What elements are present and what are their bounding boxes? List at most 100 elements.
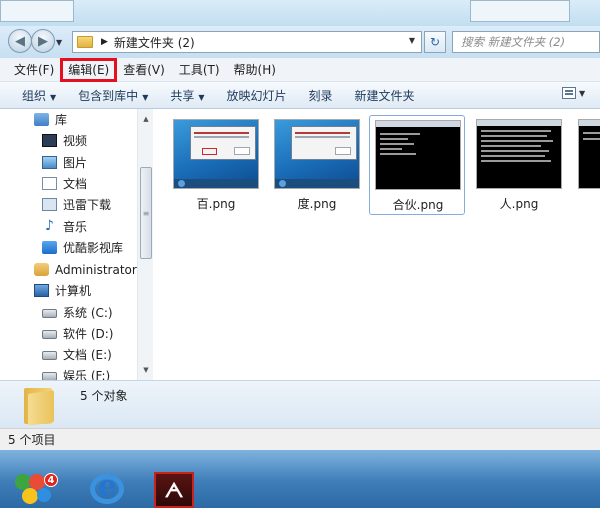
- recent-pages-dropdown-icon[interactable]: ▼: [56, 38, 62, 47]
- scroll-up-icon[interactable]: ▲: [138, 111, 154, 127]
- computer-icon: [34, 284, 49, 297]
- nav-item-drive-f[interactable]: 娱乐 (F:): [42, 365, 110, 380]
- notification-badge: 4: [44, 473, 58, 487]
- desktop-peek-strip: [0, 0, 600, 26]
- nav-label: 迅雷下载: [63, 198, 112, 212]
- internet-explorer-icon[interactable]: e: [86, 468, 128, 508]
- file-list-pane: 百.png 度.png 合伙.png 人.png: [153, 109, 600, 380]
- chevron-down-icon: ▼: [198, 92, 205, 102]
- console-line: [583, 138, 600, 140]
- nav-item-drive-e[interactable]: 文档 (E:): [42, 344, 112, 365]
- file-item-selected[interactable]: 合伙.png: [369, 115, 465, 215]
- breadcrumb-chevron-icon[interactable]: ▶: [101, 37, 108, 47]
- nav-label: 软件 (D:): [63, 327, 114, 341]
- highlight-box-preview: [202, 148, 217, 155]
- nav-label: 计算机: [55, 284, 92, 298]
- window-peek: [0, 0, 74, 22]
- breadcrumb-current-folder[interactable]: 新建文件夹 (2): [114, 34, 195, 51]
- acrobat-glyph: ᗅ: [164, 478, 184, 502]
- status-bar: 5 个项目: [0, 428, 600, 450]
- start-orb-preview: [279, 180, 286, 187]
- scroll-thumb[interactable]: ≡: [140, 167, 152, 259]
- console-line: [380, 153, 416, 155]
- color-petal: [22, 488, 38, 504]
- nav-item-pictures[interactable]: 图片: [42, 152, 87, 173]
- nav-item-youku[interactable]: 优酷影视库: [42, 237, 123, 258]
- slideshow-button[interactable]: 放映幻灯片: [216, 87, 298, 104]
- console-titlebar-preview: [477, 120, 561, 126]
- organize-label: 组织: [22, 88, 47, 103]
- new-folder-button[interactable]: 新建文件夹: [344, 87, 426, 104]
- burn-button[interactable]: 刻录: [298, 87, 344, 104]
- nav-pane-scrollbar[interactable]: ▲ ≡ ▼: [137, 109, 153, 380]
- chevron-down-icon: ▼: [142, 92, 149, 102]
- folder-icon: [77, 36, 93, 48]
- console-line: [481, 155, 545, 157]
- console-titlebar-preview: [376, 121, 460, 127]
- file-item[interactable]: 人.png: [471, 115, 567, 215]
- nav-item-thunder-download[interactable]: 迅雷下载: [42, 194, 111, 215]
- console-line: [481, 150, 549, 152]
- forward-button[interactable]: ▶: [31, 29, 55, 53]
- include-in-library-button[interactable]: 包含到库中 ▼: [67, 87, 159, 104]
- back-button[interactable]: ◀: [8, 29, 32, 53]
- ie-letter: e: [98, 469, 118, 504]
- nav-item-drive-d[interactable]: 软件 (D:): [42, 323, 113, 344]
- nav-item-drive-c[interactable]: 系统 (C:): [42, 302, 113, 323]
- menu-tools[interactable]: 工具(T): [172, 59, 227, 81]
- command-toolbar: 组织 ▼ 包含到库中 ▼ 共享 ▼ 放映幻灯片 刻录 新建文件夹 ▼: [0, 82, 600, 109]
- dialog-preview: [291, 126, 357, 160]
- address-box[interactable]: ▶ 新建文件夹 (2) ▼: [72, 31, 422, 53]
- nav-label: 库: [55, 113, 68, 127]
- chevron-down-icon: ▼: [50, 92, 57, 102]
- organize-button[interactable]: 组织 ▼: [11, 87, 67, 104]
- window-peek: [470, 0, 570, 22]
- taskbar-preview: [275, 179, 359, 188]
- view-icon: [562, 87, 576, 99]
- refresh-button[interactable]: ↻: [424, 31, 446, 53]
- scroll-down-icon[interactable]: ▼: [138, 362, 154, 378]
- menu-file[interactable]: 文件(F): [7, 59, 61, 81]
- console-thumbnail: [476, 119, 562, 189]
- nav-item-video[interactable]: 视频: [42, 130, 87, 151]
- folder-front-shape: [28, 390, 54, 426]
- hard-drive-icon: [42, 351, 57, 360]
- menu-help[interactable]: 帮助(H): [227, 59, 283, 81]
- file-name: 度.png: [297, 197, 337, 211]
- address-history-dropdown-icon[interactable]: ▼: [409, 36, 415, 45]
- item-count: 5 个项目: [8, 433, 56, 447]
- nav-item-library[interactable]: 库: [34, 109, 67, 130]
- nav-item-music[interactable]: ♪ 音乐: [42, 216, 87, 237]
- share-button[interactable]: 共享 ▼: [159, 87, 215, 104]
- nav-item-administrator[interactable]: Administrator: [34, 259, 137, 280]
- menu-edit[interactable]: 编辑(E): [60, 57, 118, 82]
- acrobat-icon[interactable]: ᗅ: [154, 472, 194, 508]
- menu-view[interactable]: 查看(V): [116, 59, 172, 81]
- documents-icon: [42, 177, 57, 190]
- console-line: [380, 148, 402, 150]
- nav-label: 娱乐 (F:): [63, 369, 111, 380]
- console-line: [380, 143, 414, 145]
- include-in-library-label: 包含到库中: [78, 88, 139, 103]
- file-name: 百.png: [196, 197, 236, 211]
- screenshot-thumbnail: [173, 119, 259, 189]
- share-label: 共享: [170, 88, 195, 103]
- search-input[interactable]: 搜索 新建文件夹 (2): [452, 31, 600, 53]
- nav-label: 文档 (E:): [63, 348, 112, 362]
- change-view-button[interactable]: ▼: [562, 87, 585, 99]
- console-line: [380, 138, 408, 140]
- file-item[interactable]: 百.png: [168, 115, 264, 215]
- nav-item-computer[interactable]: 计算机: [34, 280, 91, 301]
- nav-item-documents[interactable]: 文档: [42, 173, 87, 194]
- console-line: [481, 145, 541, 147]
- hard-drive-icon: [42, 330, 57, 339]
- screenshot-thumbnail: [274, 119, 360, 189]
- file-item[interactable]: 度.png: [269, 115, 365, 215]
- file-item-partial[interactable]: [573, 115, 600, 215]
- object-count: 5 个对象: [80, 389, 128, 403]
- start-orb-preview: [178, 180, 185, 187]
- console-line: [481, 130, 551, 132]
- hard-drive-icon: [42, 309, 57, 318]
- console-thumbnail: [578, 119, 600, 189]
- pictures-icon: [42, 156, 57, 169]
